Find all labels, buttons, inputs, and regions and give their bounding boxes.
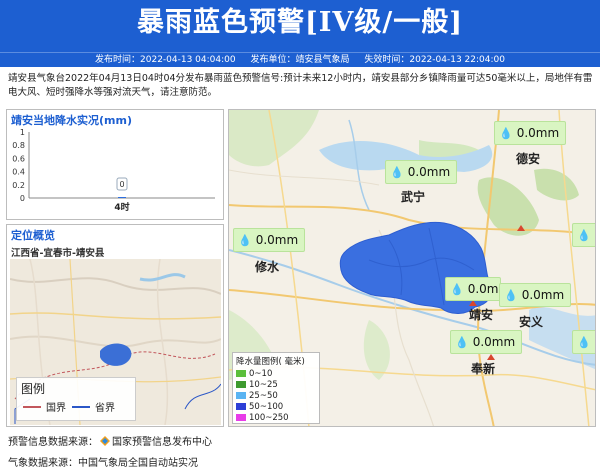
legend-label: 国界 xyxy=(46,403,66,414)
legend-label: 0~10 xyxy=(249,368,273,379)
rainfall-color-swatch xyxy=(236,414,246,421)
region-path: 江西省-宜春市-靖安县 xyxy=(11,248,105,259)
station-rain-value: 0.0mm xyxy=(467,282,500,296)
warning-center-logo-icon xyxy=(100,436,110,446)
rain-chart-panel: 靖安当地降水实况(mm) 0 0.2 0.4 0.6 0.8 1 0 4时 xyxy=(6,109,224,220)
raindrop-icon: 💧 xyxy=(499,126,513,140)
station-label[interactable]: 💧 xyxy=(572,223,595,247)
warning-meta-bar: 发布时间：2022-04-13 04:04:00 发布单位：靖安县气象局 失效时… xyxy=(0,52,600,67)
legend-label: 25~50 xyxy=(249,390,278,401)
y-tick-label: 1 xyxy=(20,128,25,137)
city-label-wuning: 武宁 xyxy=(401,190,426,204)
legend-item-border-country: 国界 xyxy=(17,399,66,414)
city-label-jingan: 靖安 xyxy=(469,308,494,322)
data-label: 0 xyxy=(119,180,124,189)
main-map[interactable]: 💧0.0mm 💧0.0mm 💧0.0mm 💧 💧0.0mm 💧0.0mm 💧0.… xyxy=(228,109,596,427)
legend-label: 10~25 xyxy=(249,379,278,390)
overview-map[interactable]: 图例 国界 省界 xyxy=(10,259,221,425)
y-tick-label: 0.2 xyxy=(12,181,25,190)
weather-source-name: 中国气象局全国自动站实况 xyxy=(78,458,198,469)
overview-panel: 定位概览 江西省-宜春市-靖安县 图例 国界 省界 xyxy=(6,224,224,427)
y-tick-label: 0 xyxy=(20,194,25,203)
city-label-xiushui: 修水 xyxy=(255,260,280,274)
city-label-anyi: 安义 xyxy=(519,315,544,329)
rainfall-legend-item: 25~50 xyxy=(236,390,316,401)
station-rain-value: 0.0mm xyxy=(516,126,560,140)
publish-time: 发布时间：2022-04-13 04:04:00 xyxy=(95,55,236,65)
rain-chart: 0 0.2 0.4 0.6 0.8 1 0 4时 xyxy=(12,128,215,213)
x-tick-label: 4时 xyxy=(114,201,129,213)
rainfall-legend: 降水量图例( 毫米) 0~10 10~25 25~50 50~100 100~2… xyxy=(232,352,320,424)
legend-label: 100~250 xyxy=(249,412,289,423)
legend-item-border-province: 省界 xyxy=(66,399,115,414)
station-rain-value: 0.0mm xyxy=(521,288,565,302)
raindrop-icon: 💧 xyxy=(504,288,518,302)
overview-title: 定位概览 xyxy=(11,229,55,242)
legend-label: 省界 xyxy=(95,403,115,414)
rainfall-legend-item: 0~10 xyxy=(236,368,316,379)
station-label[interactable]: 💧0.0mm xyxy=(499,283,572,307)
city-label-dean: 德安 xyxy=(516,152,541,166)
raindrop-icon: 💧 xyxy=(577,335,591,349)
rainfall-color-swatch xyxy=(236,370,246,377)
expire-time: 失效时间：2022-04-13 22:04:00 xyxy=(364,55,505,65)
rainfall-legend-item: 50~100 xyxy=(236,401,316,412)
raindrop-icon: 💧 xyxy=(390,165,404,179)
warning-title: 暴雨蓝色预警[IV级/一般] xyxy=(137,7,463,38)
warning-source-label: 预警信息数据来源： xyxy=(8,437,98,448)
y-tick-label: 0.6 xyxy=(12,154,25,163)
station-rain-value: 0.0mm xyxy=(472,335,516,349)
station-label[interactable]: 💧 xyxy=(572,330,595,354)
rainfall-color-swatch xyxy=(236,381,246,388)
warning-source-line: 预警信息数据来源： 国家预警信息发布中心 xyxy=(8,433,212,448)
station-rain-value: 0.0mm xyxy=(407,165,451,179)
city-label-fengxin: 奉新 xyxy=(471,362,496,376)
raindrop-icon: 💧 xyxy=(450,282,464,296)
rain-bar xyxy=(118,197,126,198)
rainfall-legend-item: 100~250 xyxy=(236,412,316,423)
country-border-swatch xyxy=(23,405,41,408)
station-label[interactable]: 💧0.0mm xyxy=(450,330,523,354)
weather-source-label: 气象数据来源： xyxy=(8,458,78,469)
publisher: 发布单位：靖安县气象局 xyxy=(250,55,350,65)
station-label[interactable]: 💧0.0mm xyxy=(385,160,458,184)
warning-header: 暴雨蓝色预警[IV级/一般] xyxy=(0,0,600,52)
raindrop-icon: 💧 xyxy=(238,233,252,247)
raindrop-icon: 💧 xyxy=(577,228,591,242)
warning-source-link[interactable]: 国家预警信息发布中心 xyxy=(112,437,212,448)
rainfall-legend-title: 降水量图例( 毫米) xyxy=(236,357,305,367)
overview-legend-title: 图例 xyxy=(21,382,46,396)
rainfall-color-swatch xyxy=(236,392,246,399)
y-tick-label: 0.8 xyxy=(12,141,25,150)
station-label[interactable]: 💧0.0mm xyxy=(494,121,567,145)
y-tick-label: 0.4 xyxy=(12,168,25,177)
overview-legend: 图例 国界 省界 xyxy=(16,377,136,421)
rainfall-color-swatch xyxy=(236,403,246,410)
weather-source-line: 气象数据来源：中国气象局全国自动站实况 xyxy=(8,454,198,469)
station-label[interactable]: 💧0.0mm xyxy=(445,277,501,301)
station-label[interactable]: 💧0.0mm xyxy=(233,228,306,252)
station-rain-value: 0.0mm xyxy=(255,233,299,247)
legend-label: 50~100 xyxy=(249,401,284,412)
province-border-swatch xyxy=(72,405,90,408)
raindrop-icon: 💧 xyxy=(455,335,469,349)
warning-description: 靖安县气象台2022年04月13日04时04分发布暴雨蓝色预警信号:预计未来12… xyxy=(8,73,593,98)
rainfall-legend-item: 10~25 xyxy=(236,379,316,390)
